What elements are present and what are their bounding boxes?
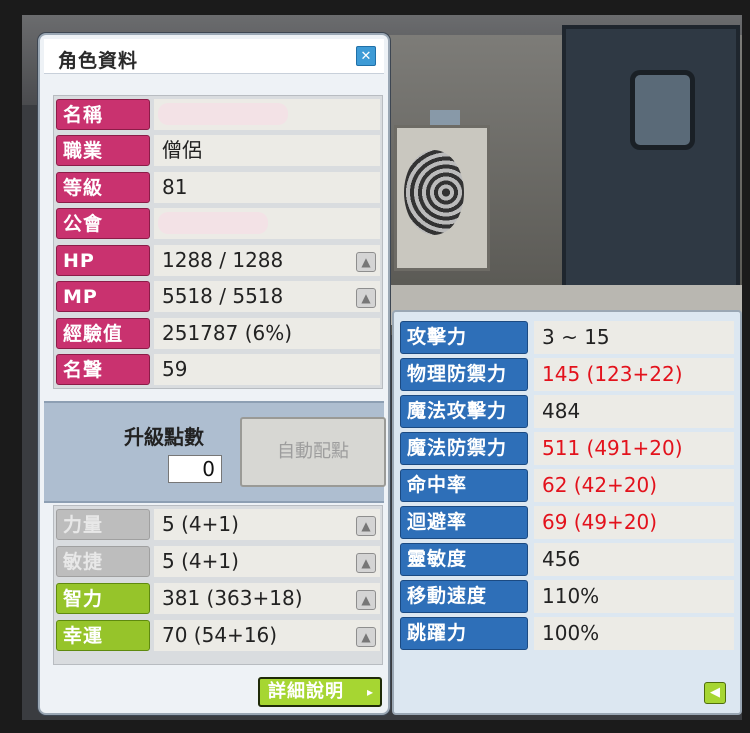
jump-value: 100% [534,617,734,650]
auto-assign-button[interactable]: 自動配點 [240,417,386,487]
guild-value [154,208,380,239]
hp-label: HP [56,245,150,276]
acc-label: 命中率 [400,469,528,502]
atk-row: 攻擊力 3 ~ 15 [400,320,738,355]
acc-row: 命中率 62 (42+20) [400,468,738,503]
pdef-row: 物理防禦力 145 (123+22) [400,357,738,392]
guild-label: 公會 [56,208,150,239]
pdef-label: 物理防禦力 [400,358,528,391]
background-fan-grill [404,150,464,235]
str-up-arrow-icon[interactable]: ▲ [356,516,376,536]
ability-points-label: 升級點數 [124,425,204,449]
character-info-window: 角色資料 ✕ 名稱 職業 僧侶 等級 81 公會 HP 1288 / 1288 … [38,33,390,715]
mp-up-arrow-icon[interactable]: ▲ [356,288,376,308]
pdef-value: 145 (123+22) [534,358,734,391]
avoid-label: 迴避率 [400,506,528,539]
stats-panel: 力量 5 (4+1) ▲ 敏捷 5 (4+1) ▲ 智力 381 (363+18… [53,505,383,665]
int-value-text: 381 (363+18) [162,586,303,610]
matk-label: 魔法攻擊力 [400,395,528,428]
acc-value: 62 (42+20) [534,469,734,502]
luk-value-text: 70 (54+16) [162,623,278,647]
luk-row: 幸運 70 (54+16) ▲ [54,619,382,652]
int-up-arrow-icon[interactable]: ▲ [356,590,376,610]
name-value [154,99,380,130]
dex-label: 敏捷 [56,546,150,577]
back-arrow-icon[interactable]: ◀ [704,682,726,704]
guild-row: 公會 [54,207,382,240]
hp-value-text: 1288 / 1288 [162,248,284,272]
mdef-label: 魔法防禦力 [400,432,528,465]
matk-value: 484 [534,395,734,428]
mp-row: MP 5518 / 5518 ▲ [54,280,382,313]
dex-row: 敏捷 5 (4+1) ▲ [54,545,382,578]
luk-label: 幸運 [56,620,150,651]
chevron-right-icon: ▸ [366,685,374,699]
detail-button[interactable]: 詳細說明 ▸ [258,677,382,707]
ability-points-panel: 升級點數 0 自動配點 [44,401,386,503]
str-row: 力量 5 (4+1) ▲ [54,508,382,541]
luk-value: 70 (54+16) ▲ [154,620,380,651]
job-row: 職業 僧侶 [54,134,382,167]
window-title: 角色資料 [58,50,139,72]
dex-up-arrow-icon[interactable]: ▲ [356,553,376,573]
int-row: 智力 381 (363+18) ▲ [54,582,382,615]
background-door-window [630,70,695,150]
atk-label: 攻擊力 [400,321,528,354]
mp-value: 5518 / 5518 ▲ [154,281,380,312]
detail-button-label: 詳細說明 [268,681,344,702]
luk-up-arrow-icon[interactable]: ▲ [356,627,376,647]
mp-label: MP [56,281,150,312]
dex-value-text: 5 (4+1) [162,549,239,573]
hands-label: 靈敏度 [400,543,528,576]
avoid-value: 69 (49+20) [534,506,734,539]
ability-points-value: 0 [168,455,222,483]
job-label: 職業 [56,135,150,166]
mdef-value: 511 (491+20) [534,432,734,465]
atk-value: 3 ~ 15 [534,321,734,354]
mp-value-text: 5518 / 5518 [162,284,284,308]
title-bar[interactable]: 角色資料 ✕ [44,39,384,74]
avoid-row: 迴避率 69 (49+20) [400,505,738,540]
fame-label: 名聲 [56,354,150,385]
detail-stats-window: 攻擊力 3 ~ 15 物理防禦力 145 (123+22) 魔法攻擊力 484 … [392,310,742,715]
matk-row: 魔法攻擊力 484 [400,394,738,429]
name-row: 名稱 [54,98,382,131]
mdef-row: 魔法防禦力 511 (491+20) [400,431,738,466]
hp-row: HP 1288 / 1288 ▲ [54,244,382,277]
fame-value: 59 [154,354,380,385]
exp-value: 251787 (6%) [154,318,380,349]
str-value-text: 5 (4+1) [162,512,239,536]
jump-label: 跳躍力 [400,617,528,650]
dex-value: 5 (4+1) ▲ [154,546,380,577]
str-label: 力量 [56,509,150,540]
fame-row: 名聲 59 [54,353,382,386]
speed-value: 110% [534,580,734,613]
hands-value: 456 [534,543,734,576]
job-value: 僧侶 [154,135,380,166]
int-value: 381 (363+18) ▲ [154,583,380,614]
hp-value: 1288 / 1288 ▲ [154,245,380,276]
speed-row: 移動速度 110% [400,579,738,614]
basic-info-panel: 名稱 職業 僧侶 等級 81 公會 HP 1288 / 1288 ▲ MP 55… [53,95,383,389]
name-label: 名稱 [56,99,150,130]
str-value: 5 (4+1) ▲ [154,509,380,540]
int-label: 智力 [56,583,150,614]
name-redacted [158,103,288,125]
exp-label: 經驗值 [56,318,150,349]
level-value: 81 [154,172,380,203]
level-label: 等級 [56,172,150,203]
guild-redacted [158,212,268,234]
exp-row: 經驗值 251787 (6%) [54,317,382,350]
jump-row: 跳躍力 100% [400,616,738,651]
hands-row: 靈敏度 456 [400,542,738,577]
close-icon[interactable]: ✕ [356,46,376,66]
hp-up-arrow-icon[interactable]: ▲ [356,252,376,272]
level-row: 等級 81 [54,171,382,204]
speed-label: 移動速度 [400,580,528,613]
